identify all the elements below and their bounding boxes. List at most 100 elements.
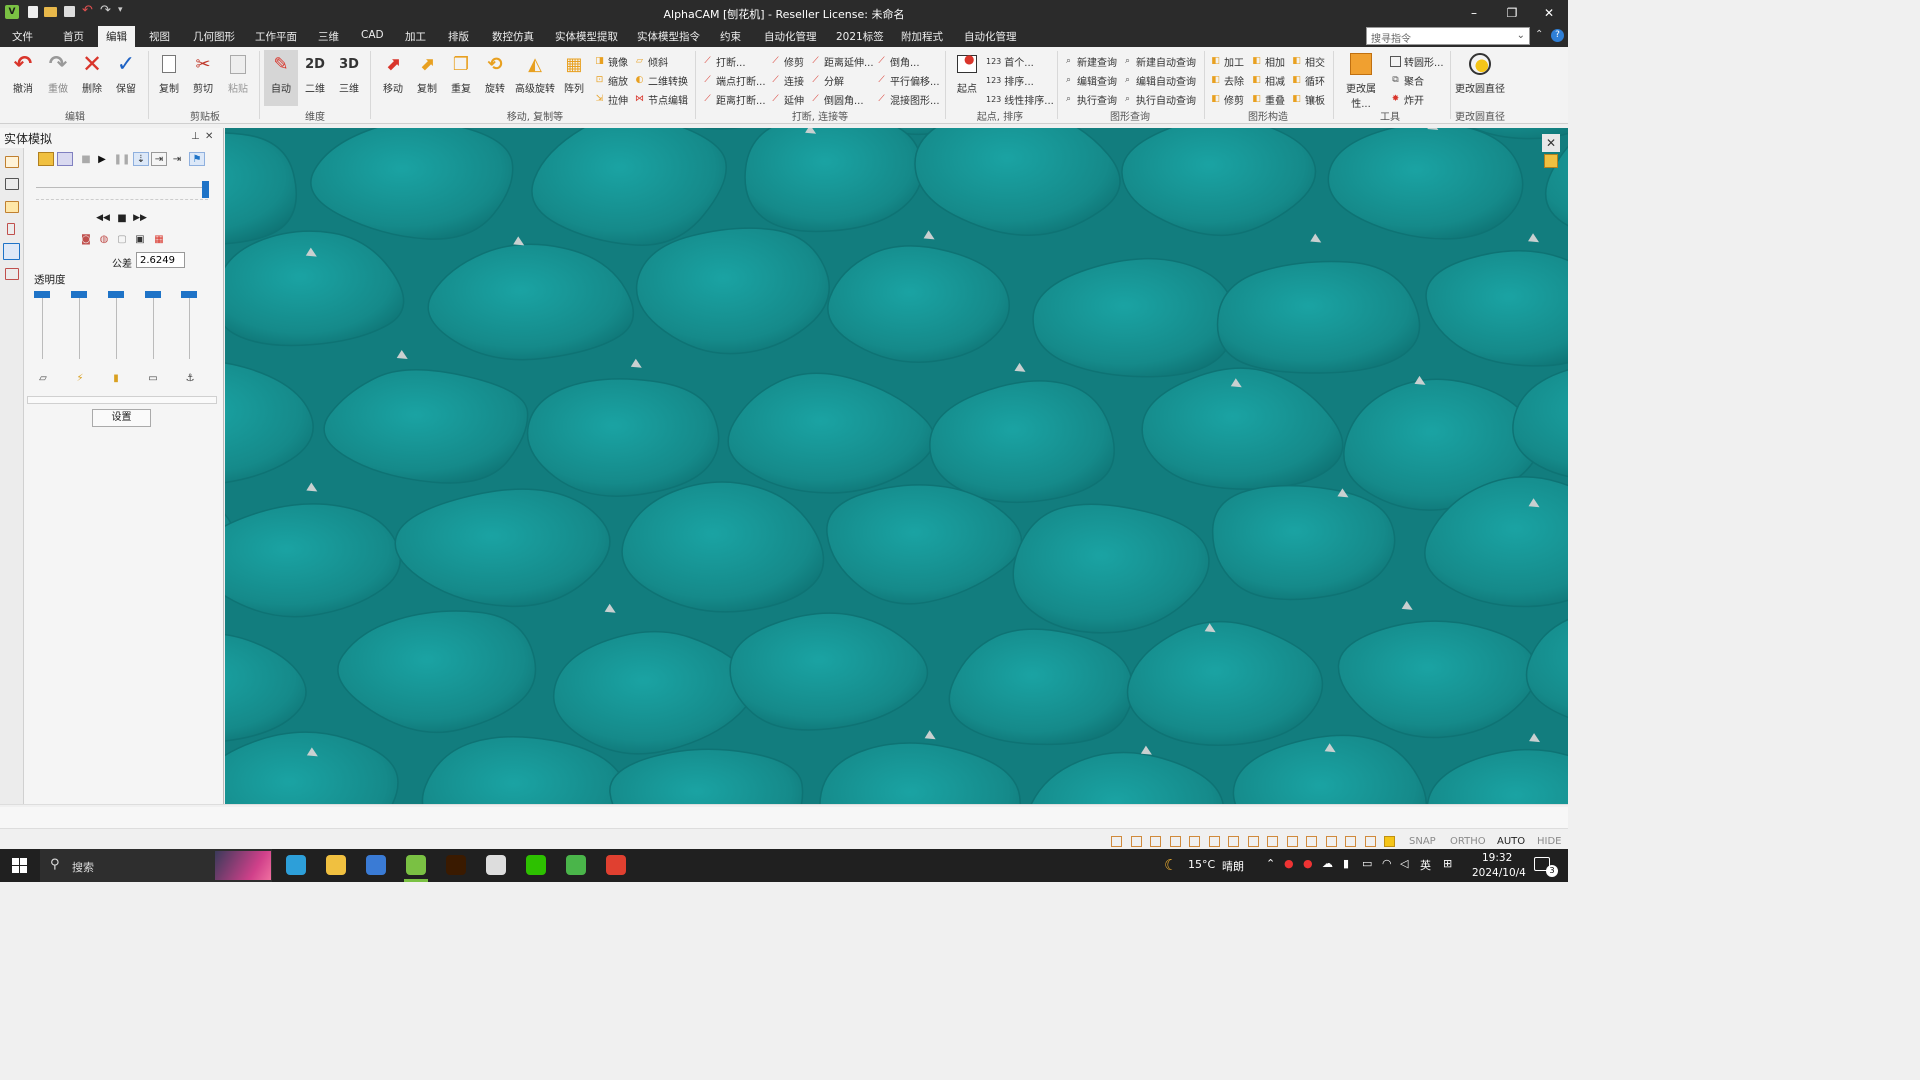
menu-item[interactable]: 自动化管理 <box>964 29 1017 44</box>
query-button[interactable]: ⌕ 执行自动查询 <box>1122 92 1196 107</box>
chevron-down-icon[interactable]: ⌄ <box>1517 30 1525 41</box>
clock-date[interactable]: 2024/10/4 <box>1472 867 1526 879</box>
tray-app-icon[interactable]: ● <box>1284 857 1294 870</box>
menu-item[interactable]: 几何图形 <box>193 29 235 44</box>
delete-button[interactable]: ✕ 删除 <box>75 50 109 95</box>
menu-item[interactable]: 文件 <box>12 29 33 44</box>
mirror-button[interactable]: ◨ 镜像 <box>594 54 628 69</box>
redo-button[interactable]: ↷ 重做 <box>41 52 75 96</box>
taskbar-search-box[interactable]: ⚲ 搜索 <box>40 849 272 882</box>
menu-item[interactable]: 实体模型指令 <box>637 29 700 44</box>
view-box-icon[interactable]: ▢ <box>114 232 130 246</box>
break-tool-button[interactable]: ⟋ 倒角... <box>876 54 919 69</box>
undo-button[interactable]: ↶ 撤消 <box>6 52 40 96</box>
weather-text[interactable]: 晴朗 <box>1222 858 1244 874</box>
query-button[interactable]: ⌕ 新建自动查询 <box>1122 54 1196 69</box>
sim-new-icon[interactable] <box>38 152 54 166</box>
transparency-slider-thumb[interactable] <box>145 291 161 298</box>
menu-item[interactable]: 2021标签 <box>836 29 884 44</box>
construct-button[interactable]: ◧ 重叠 <box>1251 92 1285 107</box>
break-tool-button[interactable]: ⟋ 分解 <box>810 73 844 88</box>
feishu-icon[interactable] <box>366 855 386 875</box>
help-icon[interactable]: ? <box>1551 29 1564 42</box>
viewport-tool-icon[interactable] <box>1544 154 1558 168</box>
menu-item[interactable]: 排版 <box>448 29 469 44</box>
pause-icon[interactable]: ❚❚ <box>114 152 131 166</box>
copy-button[interactable]: 复制 <box>152 52 186 95</box>
speed-slider-thumb[interactable] <box>202 181 209 198</box>
construct-button[interactable]: ◧ 镶板 <box>1291 92 1325 107</box>
view-toggle-icon[interactable] <box>1247 836 1259 847</box>
tray-overflow-icon[interactable]: ⌃ <box>1266 857 1275 870</box>
view-toggle-icon[interactable] <box>1267 836 1278 847</box>
start-point-button[interactable]: ● 起点 <box>950 52 984 95</box>
transparency-slider-track[interactable] <box>42 291 43 359</box>
view-mode-icon[interactable]: ⚑ <box>189 152 205 166</box>
view-toggle-icon[interactable] <box>1208 836 1220 847</box>
report-icon[interactable] <box>5 268 19 280</box>
menu-item[interactable]: 首页 <box>63 29 84 44</box>
keep-button[interactable]: ✓ 保留 <box>109 52 143 96</box>
weather-icon[interactable]: ☾ <box>1164 856 1177 874</box>
rewind-icon[interactable]: ◀◀ <box>95 211 111 225</box>
menu-item[interactable]: 附加程式 <box>901 29 943 44</box>
keyboard-icon[interactable]: ⊞ <box>1443 857 1452 870</box>
play-icon[interactable]: ▶ <box>94 152 110 166</box>
menu-item[interactable]: 视图 <box>149 29 170 44</box>
stop-small-icon[interactable]: ■ <box>114 211 130 225</box>
view-toggle-icon[interactable] <box>1345 836 1356 847</box>
construct-button[interactable]: ◧ 加工 <box>1210 54 1244 69</box>
panel-close-button[interactable]: ✕ <box>205 131 213 142</box>
microphone-icon[interactable]: ▮ <box>1343 857 1349 870</box>
skip-end-icon[interactable]: ⇥ <box>169 152 185 166</box>
view-toggle-icon[interactable] <box>1189 836 1200 847</box>
pin-icon[interactable]: ⊥ <box>191 131 200 142</box>
auto-dimension-button[interactable]: ✎ 自动 <box>264 50 298 106</box>
menu-item[interactable]: 工作平面 <box>255 29 297 44</box>
app-icon[interactable] <box>606 855 626 875</box>
edge-icon[interactable] <box>286 855 306 875</box>
rhino-icon[interactable] <box>486 855 506 875</box>
break-tool-button[interactable]: ⟋ 端点打断... <box>702 73 765 88</box>
sim-reset-icon[interactable] <box>57 152 73 166</box>
view-wire-icon[interactable]: ◍ <box>96 232 112 246</box>
menu-item[interactable]: 自动化管理 <box>764 29 817 44</box>
viewport-close-icon[interactable]: ✕ <box>1542 134 1560 152</box>
query-button[interactable]: ⌕ 编辑查询 <box>1063 73 1117 88</box>
battery-icon[interactable]: ▭ <box>1362 857 1372 870</box>
construct-button[interactable]: ◧ 相交 <box>1291 54 1325 69</box>
scale-button[interactable]: ⊡ 缩放 <box>594 73 628 88</box>
break-tool-button[interactable]: ⟋ 倒圆角... <box>810 92 863 107</box>
file-explorer-icon[interactable] <box>326 855 346 875</box>
windows-start-icon[interactable] <box>12 858 27 873</box>
repeat-button[interactable]: ❐ 重复 <box>444 52 478 96</box>
ortho-flag[interactable]: ORTHO <box>1450 836 1486 847</box>
view-toggle-icon[interactable] <box>1384 836 1395 847</box>
break-tool-button[interactable]: ⟋ 修剪 <box>770 54 804 69</box>
transparency-slider-thumb[interactable] <box>108 291 124 298</box>
first-button[interactable]: 123 首个... <box>986 54 1034 69</box>
volume-icon[interactable]: ◁ <box>1400 857 1408 870</box>
simulation-tab-icon[interactable] <box>3 243 20 260</box>
camtasia-icon[interactable] <box>566 855 586 875</box>
ribbon-collapse-icon[interactable]: ⌃ <box>1535 29 1543 40</box>
menu-item[interactable]: 约束 <box>720 29 741 44</box>
node-edit-button[interactable]: ⋈ 节点编辑 <box>634 92 688 107</box>
wechat-icon[interactable] <box>526 855 546 875</box>
step-move-icon[interactable]: ⇥ <box>151 152 167 166</box>
view-toggle-icon[interactable] <box>1325 836 1337 847</box>
two-d-button[interactable]: 2D 二维 <box>298 52 332 96</box>
transparency-slider-track[interactable] <box>189 291 190 359</box>
status-input-line[interactable] <box>0 807 1568 829</box>
tolerance-input[interactable] <box>136 252 185 268</box>
skew-button[interactable]: ▱ 倾斜 <box>634 54 668 69</box>
query-button[interactable]: ⌕ 执行查询 <box>1063 92 1117 107</box>
aggregate-button[interactable]: ⧉ 聚合 <box>1390 73 1424 88</box>
transform-2d-button[interactable]: ◐ 二维转换 <box>634 73 688 88</box>
save-sim-icon[interactable]: ▣ <box>132 232 148 246</box>
move-button[interactable]: ⬈ 移动 <box>376 52 410 96</box>
change-diameter-button[interactable]: 更改圆直径 <box>1452 52 1508 95</box>
view-toggle-icon[interactable] <box>1130 836 1142 847</box>
speed-slider-track[interactable] <box>36 187 208 188</box>
view-solid-icon[interactable]: ◙ <box>78 232 94 246</box>
